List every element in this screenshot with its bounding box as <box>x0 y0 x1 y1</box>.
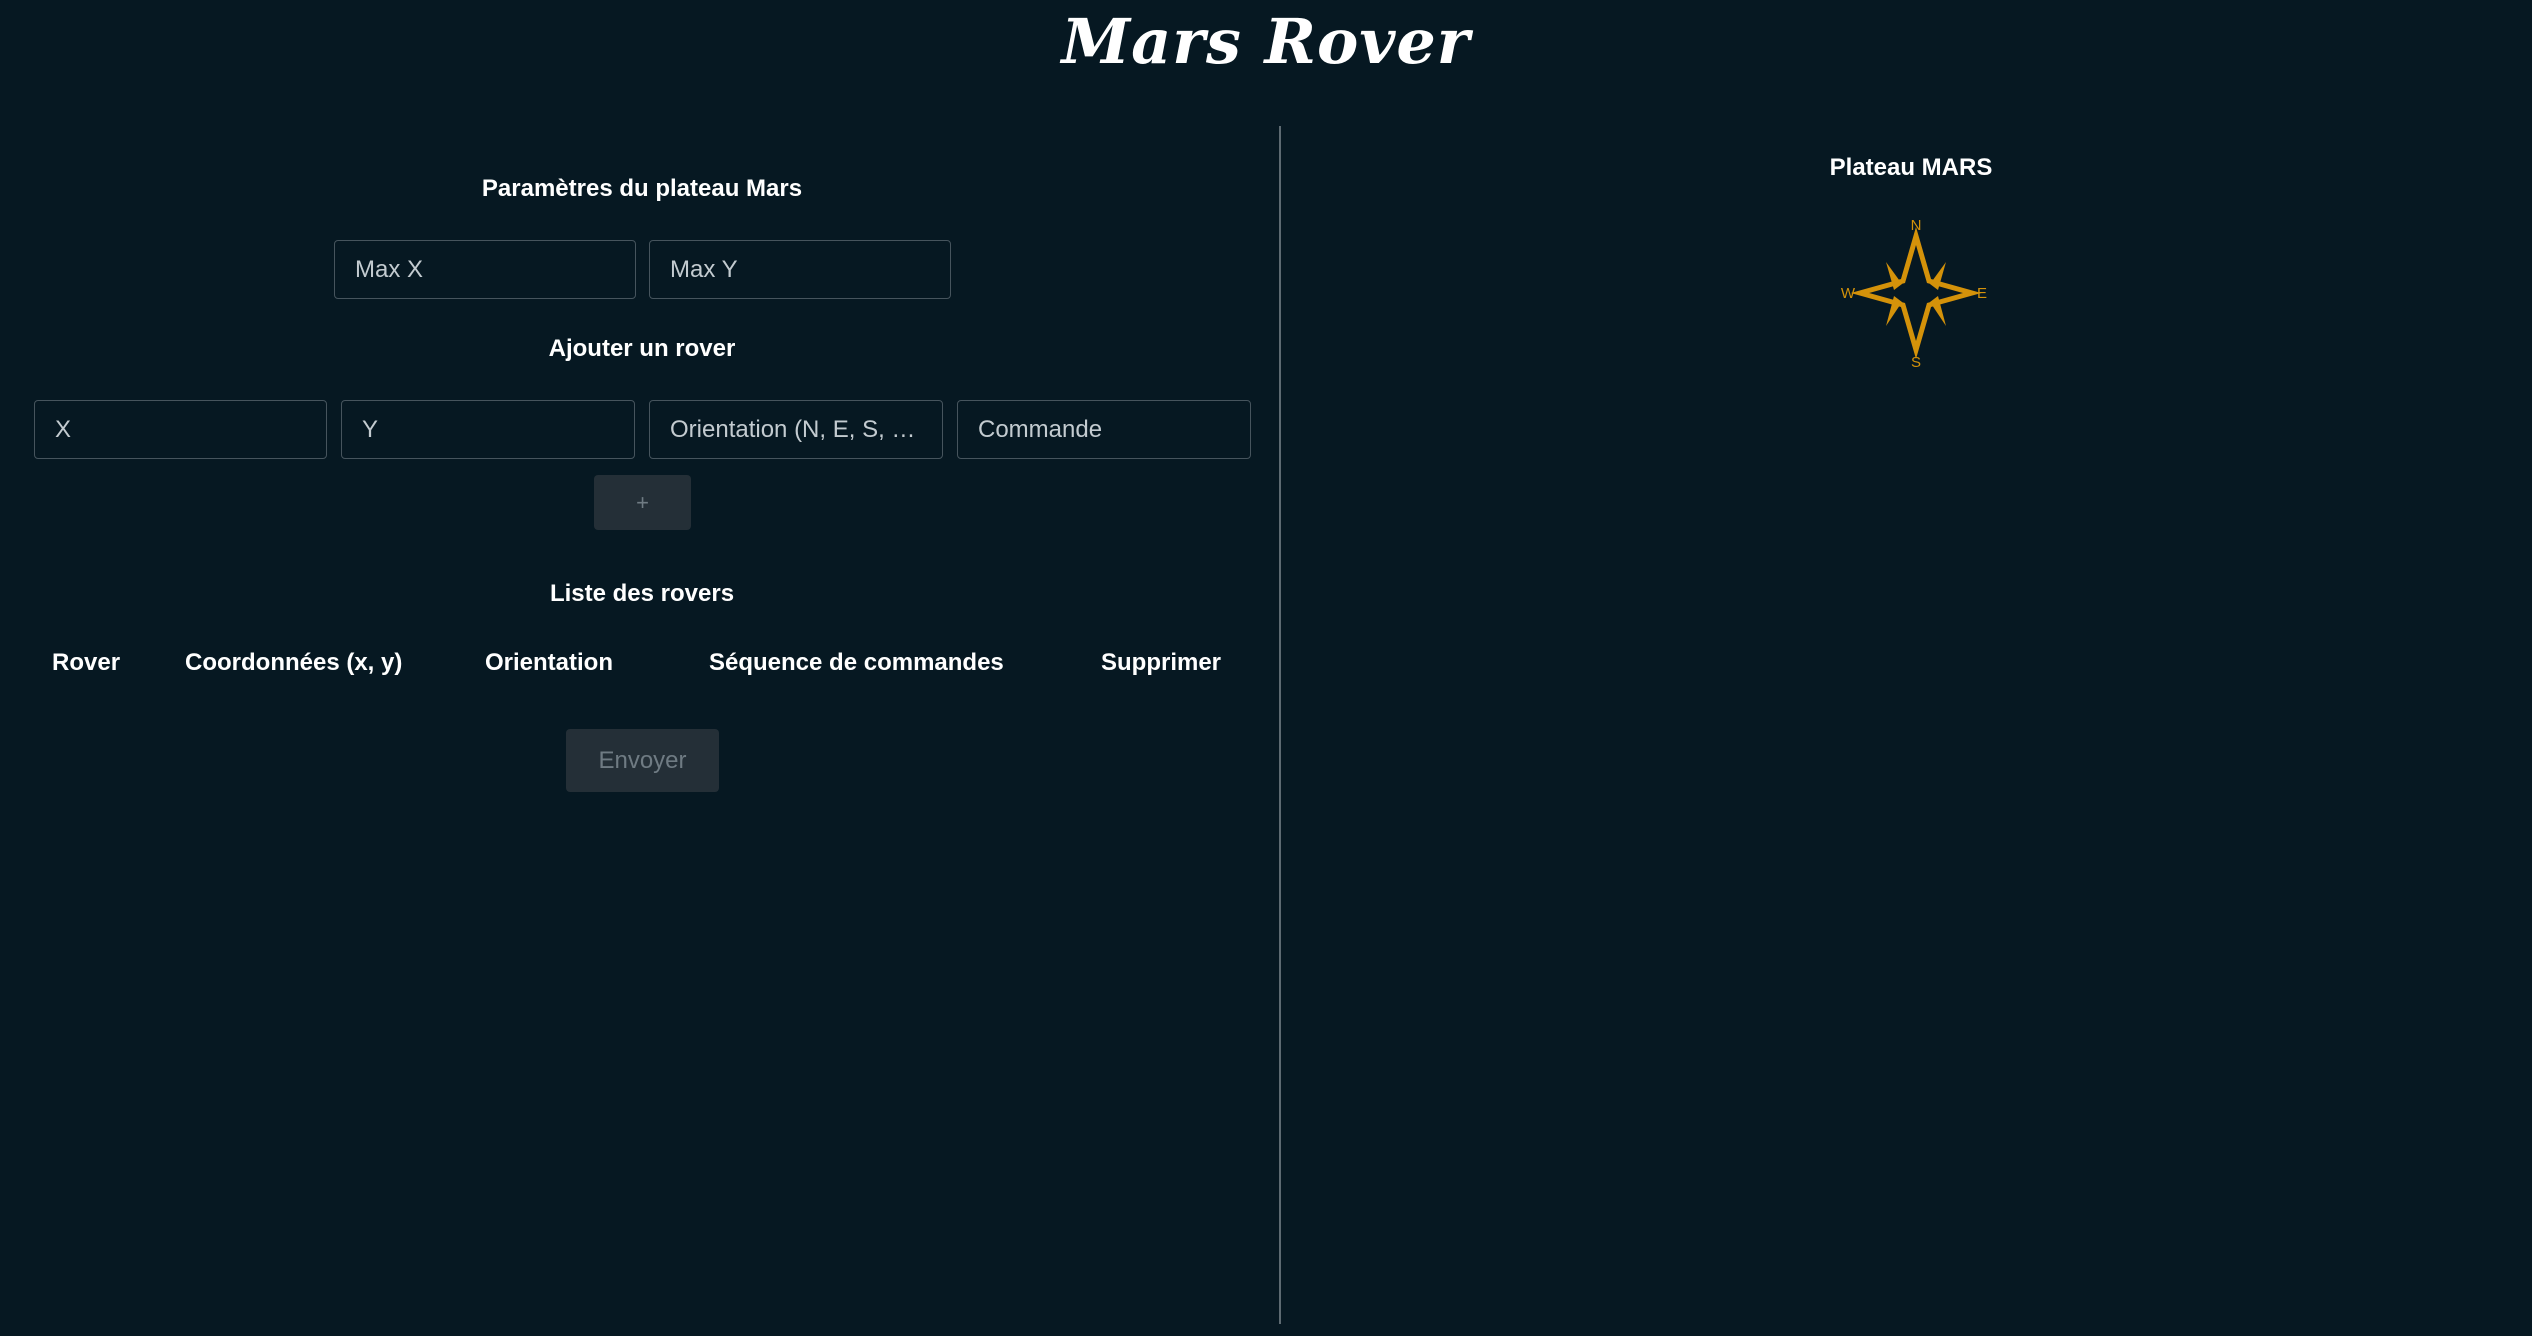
app-title: Mars Rover <box>1061 5 1471 78</box>
compass-east-label: E <box>1977 285 1987 302</box>
rover-x-input[interactable] <box>34 400 327 459</box>
rover-list-title: Liste des rovers <box>549 580 735 607</box>
compass-rose-icon: N E S W <box>1841 217 1987 371</box>
rover-y-input[interactable] <box>341 400 635 459</box>
compass-west-label: W <box>1841 285 1856 302</box>
column-header-command-sequence: Séquence de commandes <box>709 649 1004 676</box>
compass-south-label: S <box>1911 354 1921 371</box>
max-y-input[interactable] <box>649 240 951 299</box>
compass-star <box>1850 226 1982 360</box>
add-rover-title: Ajouter un rover <box>548 335 736 362</box>
rover-orientation-input[interactable] <box>649 400 943 459</box>
plateau-params-title: Paramètres du plateau Mars <box>481 175 803 202</box>
plateau-view-title: Plateau MARS <box>1829 154 1993 181</box>
rover-command-input[interactable] <box>957 400 1251 459</box>
add-rover-button[interactable]: + <box>594 475 691 530</box>
compass-north-label: N <box>1911 217 1922 234</box>
column-header-delete: Supprimer <box>1101 649 1222 676</box>
submit-button[interactable]: Envoyer <box>566 729 719 792</box>
column-header-orientation: Orientation <box>485 649 614 676</box>
max-x-input[interactable] <box>334 240 636 299</box>
panel-divider <box>1279 126 1281 1324</box>
column-header-rover: Rover <box>52 649 121 676</box>
column-header-coordinates: Coordonnées (x, y) <box>185 649 403 676</box>
